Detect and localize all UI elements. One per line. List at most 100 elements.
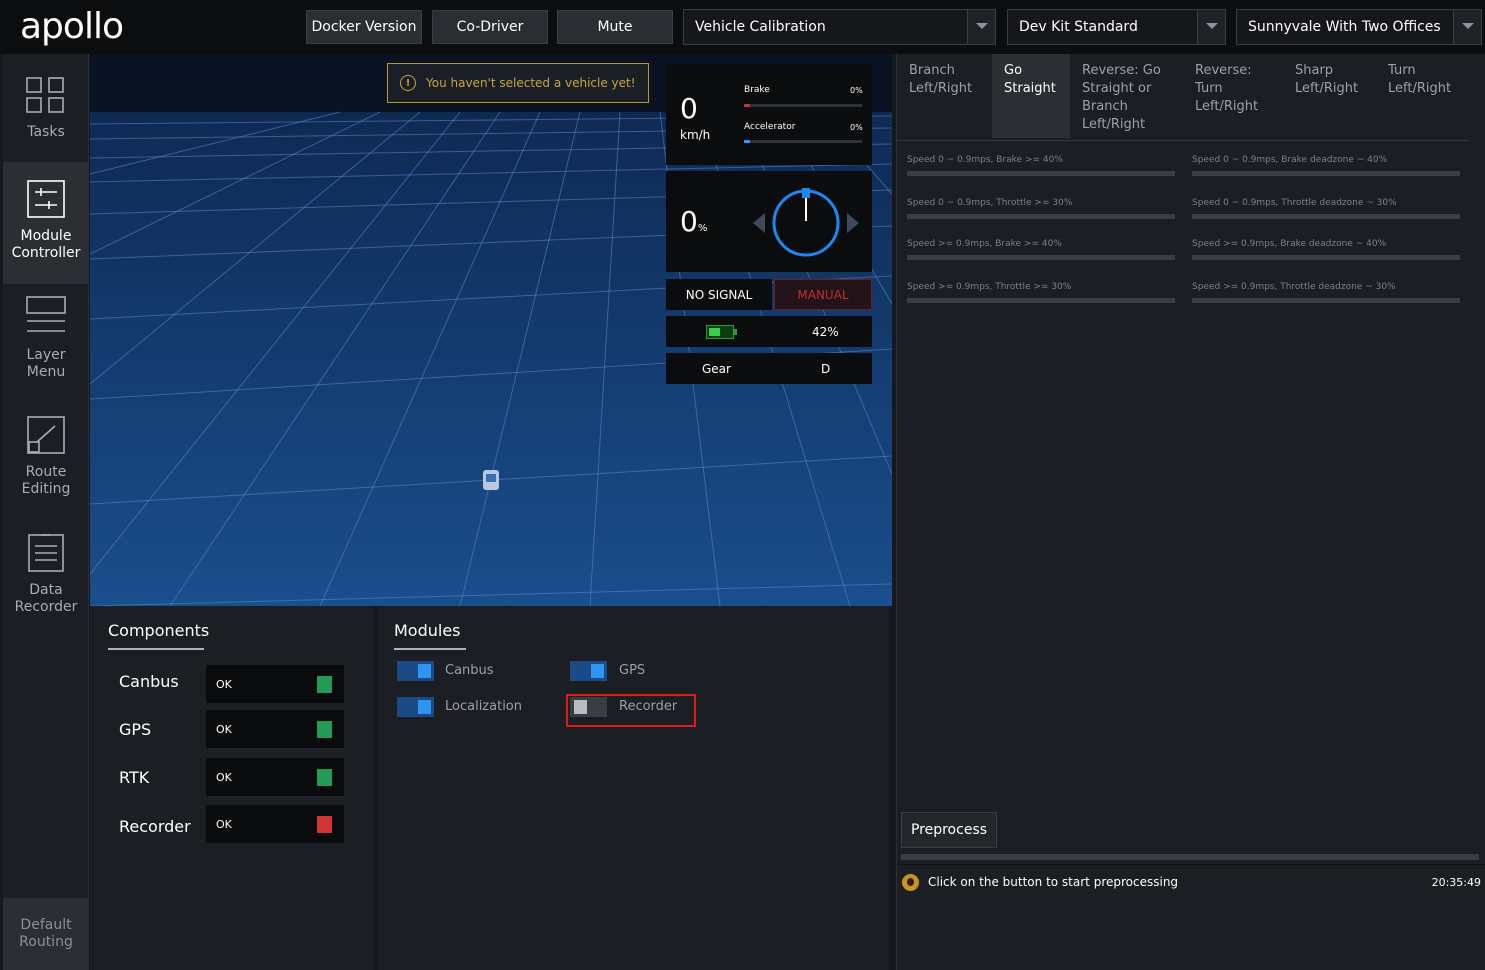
vehicle-select-value: Dev Kit Standard bbox=[1019, 19, 1138, 35]
progress-bar bbox=[907, 214, 1175, 219]
steering-value: 0% bbox=[680, 205, 707, 238]
component-status-rtk: OK bbox=[206, 758, 344, 796]
status-text: OK bbox=[216, 818, 232, 831]
calibration-item: Speed 0 ~ 0.9mps, Throttle >= 30% bbox=[907, 198, 1175, 219]
calibration-item: Speed >= 0.9mps, Brake >= 40% bbox=[907, 239, 1175, 260]
calibration-item: Speed >= 0.9mps, Brake deadzone ~ 40% bbox=[1192, 239, 1460, 260]
component-status-canbus: OK bbox=[206, 665, 344, 703]
status-text: OK bbox=[216, 723, 232, 736]
warning-icon: ! bbox=[400, 75, 416, 91]
steering-wheel-icon bbox=[753, 188, 859, 257]
calibration-item: Speed 0 ~ 0.9mps, Brake deadzone ~ 40% bbox=[1192, 155, 1460, 176]
sidebar-item-layer-menu[interactable]: Layer Menu bbox=[3, 284, 89, 402]
top-bar: apollo Docker Version Co-Driver Mute Veh… bbox=[0, 0, 1485, 54]
map-select[interactable]: Sunnyvale With Two Offices bbox=[1236, 9, 1482, 45]
progress-bar bbox=[907, 255, 1175, 260]
calibration-panel: Branch Left/Right Go Straight Reverse: G… bbox=[896, 54, 1485, 970]
battery-percent: 42% bbox=[812, 325, 839, 339]
recorder-toggle[interactable] bbox=[570, 697, 607, 717]
gps-toggle[interactable] bbox=[570, 661, 607, 681]
battery-panel: 42% bbox=[666, 316, 872, 347]
drive-mode-badge: MANUAL bbox=[774, 279, 872, 310]
progress-bar bbox=[1192, 171, 1460, 176]
gear-label: Gear bbox=[702, 362, 731, 376]
component-status-recorder: OK bbox=[206, 805, 344, 843]
mute-button[interactable]: Mute bbox=[557, 10, 673, 44]
sidebar-item-label: Tasks bbox=[27, 124, 65, 140]
brake-percent: 0% bbox=[850, 86, 863, 95]
tab-sharp-left-right[interactable]: Sharp Left/Right bbox=[1283, 54, 1375, 138]
sidebar-item-label: Route Editing bbox=[21, 464, 71, 497]
layers-icon bbox=[26, 296, 66, 332]
preprocess-button[interactable]: Preprocess bbox=[901, 812, 997, 848]
calibration-item-label: Speed 0 ~ 0.9mps, Brake deadzone ~ 40% bbox=[1192, 155, 1388, 165]
document-icon bbox=[28, 534, 64, 572]
steering-number: 0 bbox=[680, 205, 698, 238]
calibration-item-label: Speed >= 0.9mps, Throttle deadzone ~ 30% bbox=[1192, 282, 1396, 292]
progress-bar bbox=[1192, 255, 1460, 260]
sidebar-item-route-editing[interactable]: Route Editing bbox=[3, 402, 89, 520]
calibration-item-label: Speed >= 0.9mps, Brake deadzone ~ 40% bbox=[1192, 239, 1387, 249]
tab-reverse-turn[interactable]: Reverse: Turn Left/Right bbox=[1183, 54, 1283, 138]
car-icon bbox=[483, 470, 499, 490]
components-panel: Components Canbus OK GPS OK RTK OK Recor… bbox=[90, 606, 373, 970]
mode-select[interactable]: Vehicle Calibration bbox=[683, 9, 996, 45]
default-routing-button[interactable]: Default Routing bbox=[3, 898, 89, 970]
chevron-down-icon[interactable] bbox=[1197, 10, 1225, 44]
tabs-divider bbox=[897, 140, 1469, 141]
component-label-recorder: Recorder bbox=[119, 817, 191, 836]
module-label-gps: GPS bbox=[619, 663, 646, 678]
route-icon bbox=[27, 416, 65, 454]
chevron-down-icon[interactable] bbox=[967, 10, 995, 44]
chevron-down-icon[interactable] bbox=[1453, 10, 1481, 44]
gear-panel: Gear D bbox=[666, 353, 872, 384]
sidebar-item-tasks[interactable]: Tasks bbox=[3, 54, 89, 172]
components-underline bbox=[108, 648, 204, 650]
status-indicator bbox=[317, 676, 332, 693]
status-text: OK bbox=[216, 678, 232, 691]
progress-bar bbox=[907, 298, 1175, 303]
calibration-item-label: Speed >= 0.9mps, Throttle >= 30% bbox=[907, 282, 1072, 292]
brake-bar bbox=[744, 104, 862, 107]
divider bbox=[897, 864, 1485, 865]
tab-go-straight[interactable]: Go Straight bbox=[992, 54, 1070, 138]
calibration-item: Speed 0 ~ 0.9mps, Brake >= 40% bbox=[907, 155, 1175, 176]
status-indicator bbox=[317, 721, 332, 738]
component-label-gps: GPS bbox=[119, 720, 152, 739]
component-label-rtk: RTK bbox=[119, 768, 150, 787]
progress-bar bbox=[1192, 298, 1460, 303]
calibration-item: Speed >= 0.9mps, Throttle >= 30% bbox=[907, 282, 1175, 303]
tab-branch-left-right[interactable]: Branch Left/Right bbox=[897, 54, 991, 138]
progress-bar bbox=[1192, 214, 1460, 219]
components-title: Components bbox=[108, 621, 210, 640]
mode-select-value: Vehicle Calibration bbox=[695, 19, 826, 35]
status-indicator bbox=[317, 816, 332, 833]
map-select-value: Sunnyvale With Two Offices bbox=[1248, 19, 1441, 35]
signal-status: NO SIGNAL bbox=[666, 279, 772, 310]
module-label-recorder: Recorder bbox=[619, 699, 678, 714]
canbus-toggle[interactable] bbox=[397, 661, 434, 681]
co-driver-button[interactable]: Co-Driver bbox=[432, 10, 548, 44]
tab-reverse-go-straight[interactable]: Reverse: Go Straight or Branch Left/Righ… bbox=[1070, 54, 1182, 138]
sidebar: Tasks Module Controller Layer Menu Route… bbox=[3, 54, 89, 970]
sidebar-item-module-controller[interactable]: Module Controller bbox=[3, 162, 89, 284]
warning-text: You haven't selected a vehicle yet! bbox=[426, 76, 636, 90]
sidebar-item-label: Data Recorder bbox=[14, 582, 78, 615]
sidebar-item-data-recorder[interactable]: Data Recorder bbox=[3, 520, 89, 638]
status-indicator bbox=[317, 769, 332, 786]
message-timestamp: 20:35:49 bbox=[1431, 876, 1481, 889]
tab-turn-left-right[interactable]: Turn Left/Right bbox=[1376, 54, 1468, 138]
status-text: OK bbox=[216, 771, 232, 784]
info-icon bbox=[902, 874, 919, 891]
sidebar-item-label: Module Controller bbox=[11, 228, 81, 261]
module-label-localization: Localization bbox=[445, 699, 522, 714]
accelerator-bar bbox=[744, 140, 862, 143]
vehicle-select[interactable]: Dev Kit Standard bbox=[1007, 9, 1226, 45]
docker-version-button[interactable]: Docker Version bbox=[306, 10, 422, 44]
localization-toggle[interactable] bbox=[397, 697, 434, 717]
calibration-item-label: Speed 0 ~ 0.9mps, Throttle >= 30% bbox=[907, 198, 1073, 208]
calibration-item-label: Speed 0 ~ 0.9mps, Throttle deadzone ~ 30… bbox=[1192, 198, 1397, 208]
calibration-item: Speed 0 ~ 0.9mps, Throttle deadzone ~ 30… bbox=[1192, 198, 1460, 219]
speed-unit: km/h bbox=[680, 128, 711, 142]
sidebar-item-label: Layer Menu bbox=[26, 347, 66, 380]
